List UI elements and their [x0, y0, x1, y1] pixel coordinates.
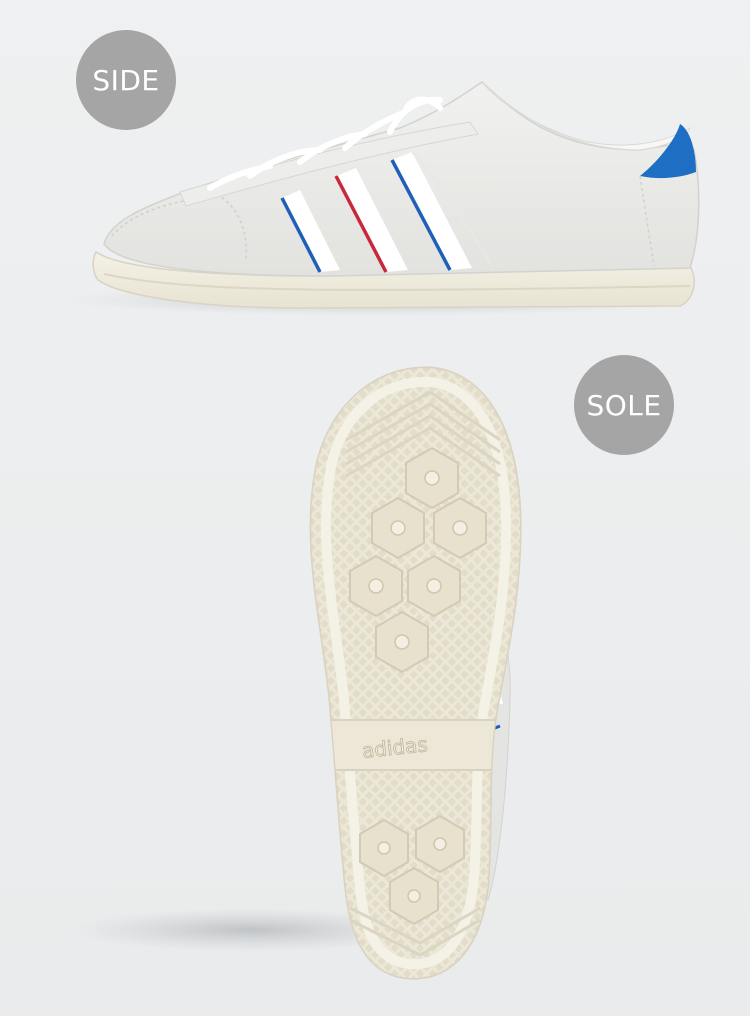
side-view-badge-label: SIDE	[92, 63, 160, 97]
sole-view-badge-label: SOLE	[586, 388, 662, 422]
product-image-canvas: adidas SIDE SOLE	[0, 0, 750, 1016]
side-view-badge: SIDE	[76, 30, 176, 130]
sole-view-badge: SOLE	[574, 355, 674, 455]
shoe-sole-view-image: adidas	[70, 366, 522, 980]
